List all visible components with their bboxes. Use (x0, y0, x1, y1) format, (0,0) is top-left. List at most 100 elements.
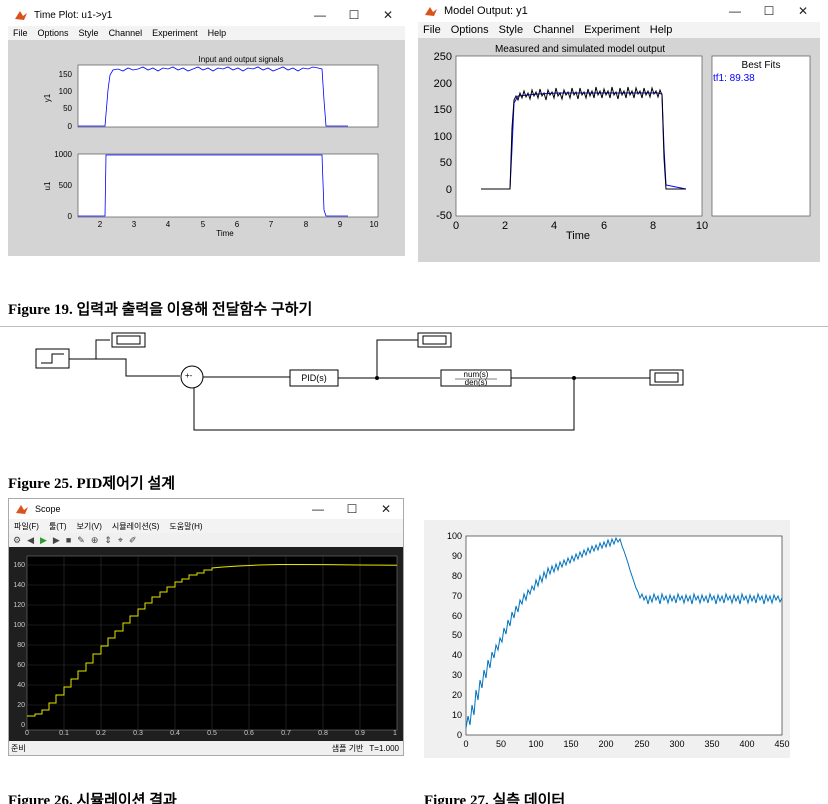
wire (376, 339, 418, 378)
xtick: 300 (669, 739, 684, 749)
menu-experiment[interactable]: Experiment (579, 24, 645, 36)
menu-channel[interactable]: Channel (104, 28, 148, 38)
x-label: Time (566, 230, 590, 242)
scope-title: Scope (35, 504, 61, 514)
figure-27-caption: Figure 27. 실측 데이터 (424, 789, 565, 804)
ytick: 90 (452, 551, 462, 561)
menu-style[interactable]: Style (494, 24, 528, 36)
ytick: 120 (13, 602, 25, 609)
xtick: 150 (563, 739, 578, 749)
ytick: -50 (436, 210, 452, 222)
axes-box (465, 535, 783, 736)
menu-help[interactable]: Help (203, 28, 232, 38)
step-forward-icon[interactable]: ▶ (53, 535, 60, 546)
minimize-button[interactable]: — (303, 4, 337, 26)
minimize-button[interactable]: — (718, 0, 752, 22)
simulink-diagram: +- PID(s) num(s) den(s) (35, 332, 684, 431)
model-output-axes: Measured and simulated model output 250 … (434, 44, 811, 242)
model-output-title: Model Output: y1 (444, 5, 528, 17)
menu-tools[interactable]: 툴(T) (44, 521, 72, 532)
scope-titlebar: Scope — ☐ ✕ (9, 499, 403, 519)
u1-label: u1 (43, 181, 52, 190)
ytick: 1000 (54, 150, 72, 159)
menu-view[interactable]: 보기(V) (72, 521, 107, 532)
x-label: Time (216, 229, 234, 238)
menu-file[interactable]: File (418, 24, 446, 36)
xtick: 0.4 (170, 730, 180, 737)
time-plot-titlebar: Time Plot: u1->y1 — ☐ ✕ (8, 4, 405, 26)
ytick: 40 (17, 682, 25, 689)
ytick: 20 (17, 702, 25, 709)
menu-help[interactable]: 도움말(H) (164, 521, 207, 532)
xtick: 250 (634, 739, 649, 749)
xtick: 6 (601, 220, 607, 232)
close-button[interactable]: ✕ (786, 0, 820, 22)
maximize-button[interactable]: ☐ (337, 4, 371, 26)
caption-number: Figure 27. (424, 793, 489, 804)
scope-display: 160 140 120 100 80 60 40 20 0 (9, 547, 403, 743)
close-button[interactable]: ✕ (369, 499, 403, 519)
ytick: 80 (17, 642, 25, 649)
menu-style[interactable]: Style (74, 28, 104, 38)
step-back-icon[interactable]: ◀ (27, 535, 34, 546)
caption-number: Figure 26. (8, 793, 73, 804)
yticks: 250 200 150 100 50 0 -50 (434, 51, 452, 222)
caption-text: 시뮬레이션 결과 (76, 793, 177, 804)
cursor-icon[interactable]: ⌖ (118, 535, 123, 546)
edit-icon[interactable]: ✐ (129, 535, 137, 546)
ytick: 100 (447, 531, 462, 541)
model-output-window: Model Output: y1 — ☐ ✕ File Options Styl… (418, 0, 820, 262)
xtick: 200 (598, 739, 613, 749)
y1-label: y1 (43, 93, 52, 102)
scope-menubar: 파일(F) 툴(T) 보기(V) 시뮬레이션(S) 도움말(H) (9, 519, 403, 533)
minimize-button[interactable]: — (301, 499, 335, 519)
stop-icon[interactable]: ■ (66, 535, 71, 545)
maximize-button[interactable]: ☐ (335, 499, 369, 519)
fit-icon[interactable]: ⇕ (104, 535, 112, 546)
best-fits-entry[interactable]: tf1: 89.38 (713, 73, 755, 84)
matlab-icon (16, 505, 28, 514)
ytick: 60 (17, 662, 25, 669)
maximize-button[interactable]: ☐ (752, 0, 786, 22)
xtick: 4 (551, 220, 557, 232)
menu-help[interactable]: Help (645, 24, 678, 36)
ytick: 0 (68, 122, 73, 131)
highlight-icon[interactable]: ✎ (77, 535, 85, 546)
menu-file[interactable]: File (8, 28, 33, 38)
settings-icon[interactable]: ⚙ (13, 535, 21, 546)
scope-statusbar: 준비 샘플 기반 T=1.000 (9, 741, 403, 755)
menu-channel[interactable]: Channel (528, 24, 579, 36)
ytick: 50 (440, 157, 452, 169)
zoom-icon[interactable]: ⊕ (91, 535, 99, 546)
menu-options[interactable]: Options (446, 24, 494, 36)
ytick: 0 (68, 212, 73, 221)
xtick: 0 (463, 739, 468, 749)
divider (0, 326, 828, 327)
ytick: 60 (452, 611, 462, 621)
caption-text: 입력과 출력을 이용해 전달함수 구하기 (76, 302, 313, 318)
menu-options[interactable]: Options (33, 28, 74, 38)
xtick: 9 (338, 220, 343, 229)
run-icon[interactable]: ▶ (40, 535, 47, 546)
xtick: 350 (704, 739, 719, 749)
ytick: 30 (452, 670, 462, 680)
ytick: 100 (13, 622, 25, 629)
time-plot-window: Time Plot: u1->y1 — ☐ ✕ File Options Sty… (8, 4, 405, 256)
plot-title: Measured and simulated model output (495, 44, 665, 55)
menu-file[interactable]: 파일(F) (9, 521, 44, 532)
xtick: 3 (132, 220, 137, 229)
matlab-icon (15, 11, 27, 20)
sum-signs: +- (185, 371, 193, 380)
xtick: 0.9 (355, 730, 365, 737)
ytick: 50 (63, 104, 72, 113)
ytick: 150 (59, 70, 73, 79)
status-sample-based: 샘플 기반 (331, 743, 364, 753)
ytick: 160 (13, 562, 25, 569)
time-plot-menubar: File Options Style Channel Experiment He… (8, 26, 405, 40)
menu-experiment[interactable]: Experiment (147, 28, 203, 38)
xtick: 4 (166, 220, 171, 229)
menu-simulation[interactable]: 시뮬레이션(S) (107, 521, 164, 532)
ytick: 20 (452, 690, 462, 700)
close-button[interactable]: ✕ (371, 4, 405, 26)
xtick: 450 (774, 739, 789, 749)
